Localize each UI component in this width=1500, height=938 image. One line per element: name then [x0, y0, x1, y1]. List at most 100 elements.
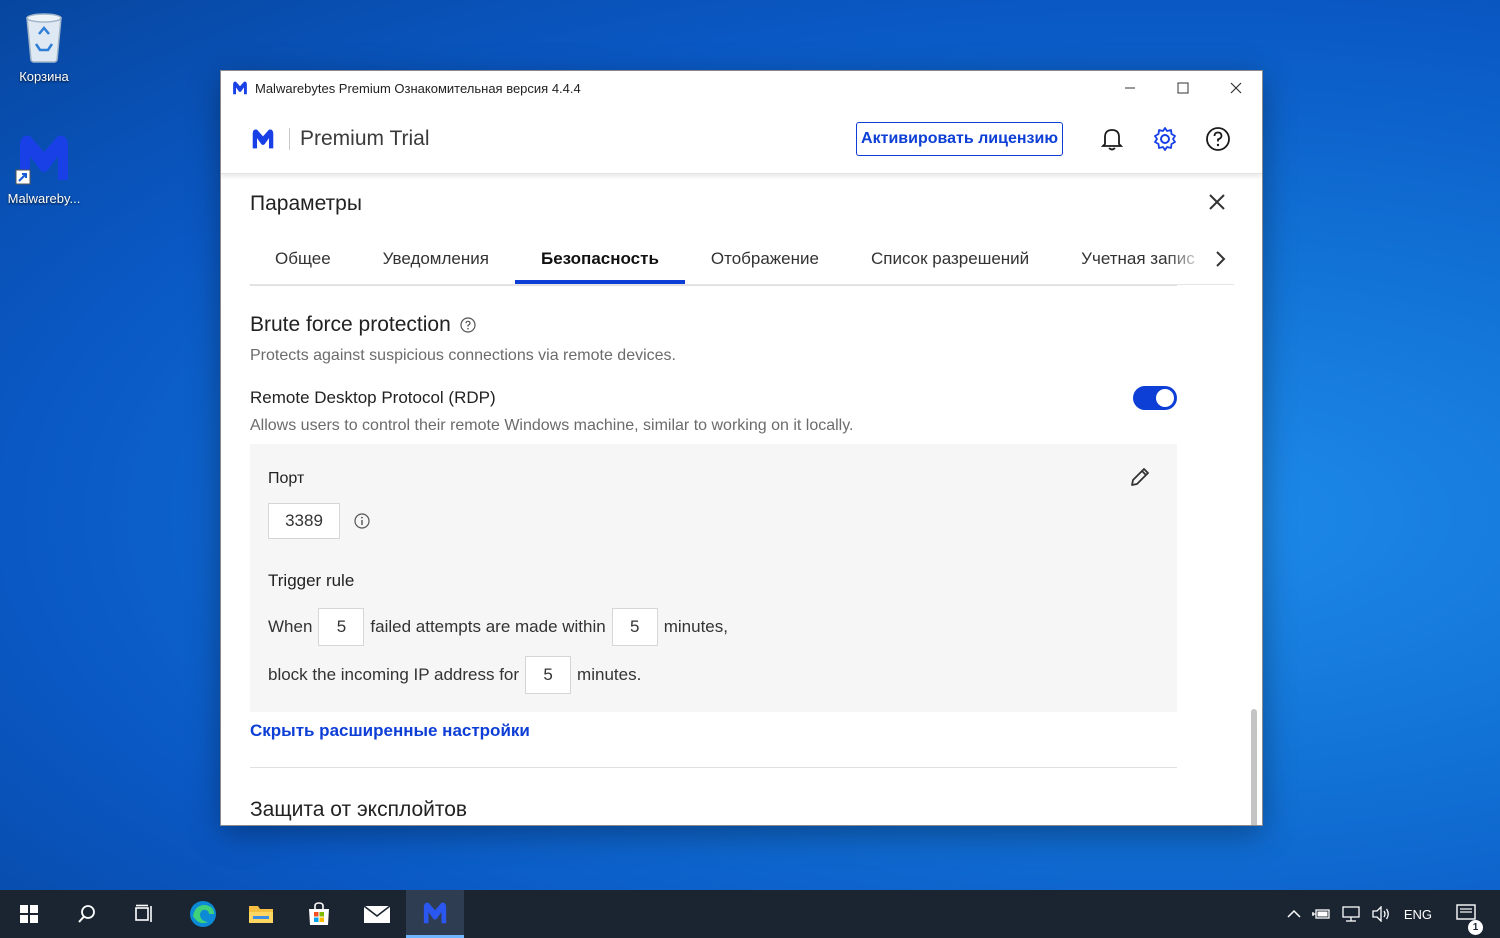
notifications-button[interactable] — [1085, 126, 1138, 152]
file-explorer-button[interactable] — [232, 890, 290, 938]
hide-advanced-settings-link[interactable]: Скрыть расширенные настройки — [250, 721, 1177, 741]
brand-separator — [289, 128, 290, 150]
gear-icon — [1153, 127, 1176, 151]
block-minutes-input[interactable]: 5 — [525, 656, 572, 694]
mail-button[interactable] — [348, 890, 406, 938]
desktop-icon-malwarebytes[interactable]: Malwareby... — [2, 130, 86, 206]
rule-when-text: When — [268, 617, 313, 636]
tab-notifications[interactable]: Уведомления — [357, 234, 515, 284]
edit-button[interactable] — [1129, 466, 1151, 493]
close-icon — [1209, 193, 1225, 210]
tab-fade — [1166, 234, 1206, 284]
rule-minutes-text: minutes, — [663, 617, 728, 636]
brute-force-title-text: Brute force protection — [250, 313, 451, 336]
advanced-settings-panel: Порт 3389 Trigger rule When 5 failed att… — [250, 444, 1177, 712]
brute-force-section-title: Brute force protection — [250, 313, 1177, 337]
help-circle-icon[interactable] — [460, 317, 476, 333]
settings-button[interactable] — [1138, 126, 1191, 152]
tab-allow-list[interactable]: Список разрешений — [845, 234, 1055, 284]
bell-icon — [1100, 129, 1123, 151]
search-icon — [78, 905, 95, 923]
settings-header: Параметры — [221, 174, 1262, 234]
scrollbar-thumb[interactable] — [1251, 709, 1257, 825]
rdp-row: Remote Desktop Protocol (RDP) — [250, 386, 1177, 410]
store-icon — [309, 902, 329, 925]
task-view-icon — [135, 904, 152, 922]
power-status-button[interactable] — [1306, 907, 1336, 921]
system-tray: ENG 1 — [1282, 890, 1500, 938]
store-button[interactable] — [290, 890, 348, 938]
settings-content: Brute force protection Protects against … — [250, 285, 1177, 825]
volume-button[interactable] — [1366, 906, 1396, 922]
tab-security[interactable]: Безопасность — [514, 234, 685, 284]
window-title: Malwarebytes Premium Ознакомительная вер… — [255, 80, 581, 96]
info-icon[interactable] — [354, 513, 370, 534]
close-window-button[interactable] — [1209, 71, 1262, 105]
start-icon — [20, 905, 38, 923]
file-explorer-icon — [249, 906, 273, 923]
action-center-button[interactable]: 1 — [1446, 904, 1500, 935]
malwarebytes-icon — [15, 135, 68, 185]
malwarebytes-logo-icon — [249, 127, 277, 151]
attempts-input[interactable]: 5 — [318, 608, 365, 646]
edge-icon — [190, 901, 216, 927]
task-view-button[interactable] — [116, 890, 174, 938]
rdp-toggle[interactable] — [1133, 386, 1177, 410]
mail-icon — [363, 905, 391, 923]
minimize-button[interactable] — [1103, 71, 1156, 105]
malwarebytes-logo-icon — [231, 80, 249, 96]
edge-taskbar-button[interactable] — [174, 890, 232, 938]
rule-block-text: block the incoming IP address for — [268, 665, 520, 684]
port-label: Порт — [268, 470, 305, 487]
exploit-protection-title: Защита от эксплойтов — [250, 798, 468, 821]
start-button[interactable] — [0, 890, 58, 938]
settings-title: Параметры — [250, 192, 362, 215]
brand-title: Premium Trial — [300, 127, 430, 150]
battery-plug-icon — [1311, 909, 1330, 919]
app-header: Premium Trial Активировать лицензию — [221, 105, 1262, 174]
language-indicator[interactable]: ENG — [1396, 907, 1446, 922]
search-button[interactable] — [58, 890, 116, 938]
rule-minutes-text: minutes. — [577, 665, 642, 684]
rule-failed-text: failed attempts are made within — [370, 617, 606, 636]
section-divider — [250, 285, 1177, 286]
settings-tabs: Общее Уведомления Безопасность Отображен… — [249, 234, 1234, 285]
trigger-rule-label: Trigger rule — [268, 571, 355, 590]
title-bar[interactable]: Malwarebytes Premium Ознакомительная вер… — [221, 71, 1262, 105]
rdp-description: Allows users to control their remote Win… — [250, 417, 854, 434]
speaker-icon — [1372, 906, 1389, 922]
brute-force-description: Protects against suspicious connections … — [250, 347, 676, 364]
network-icon — [1342, 906, 1360, 922]
notification-count-badge: 1 — [1468, 920, 1483, 935]
tabs-next-button[interactable] — [1206, 234, 1234, 284]
desktop-icon-recycle-bin[interactable]: Корзина — [2, 8, 86, 84]
settings-panel: Параметры Общее Уведомления Безопасность… — [221, 174, 1262, 825]
within-minutes-input[interactable]: 5 — [611, 608, 658, 646]
section-divider — [250, 767, 1177, 768]
tab-general[interactable]: Общее — [249, 234, 357, 284]
maximize-button[interactable] — [1156, 71, 1209, 105]
help-icon — [1205, 127, 1230, 151]
port-input[interactable]: 3389 — [268, 503, 340, 539]
network-button[interactable] — [1336, 906, 1366, 922]
desktop-icon-label: Malwareby... — [7, 191, 81, 206]
recycle-bin-icon — [26, 13, 62, 63]
tab-display[interactable]: Отображение — [685, 234, 845, 284]
activate-license-button[interactable]: Активировать лицензию — [856, 122, 1063, 156]
taskbar: ENG 1 — [0, 890, 1500, 938]
help-button[interactable] — [1191, 126, 1244, 152]
close-icon — [1230, 82, 1241, 94]
pencil-icon — [1131, 468, 1149, 486]
chevron-right-icon — [1216, 251, 1226, 267]
malwarebytes-window: Malwarebytes Premium Ознакомительная вер… — [221, 71, 1262, 825]
show-hidden-icons-button[interactable] — [1282, 909, 1306, 919]
toggle-knob — [1156, 389, 1174, 407]
close-settings-button[interactable] — [1208, 193, 1226, 216]
maximize-icon — [1177, 82, 1188, 94]
minimize-icon — [1124, 87, 1135, 89]
trigger-rule-line-2: block the incoming IP address for 5 minu… — [268, 656, 641, 694]
trigger-rule-line-1: When 5 failed attempts are made within 5… — [268, 608, 728, 646]
malwarebytes-taskbar-button[interactable] — [406, 890, 464, 938]
desktop-icon-label: Корзина — [19, 69, 69, 84]
rdp-label: Remote Desktop Protocol (RDP) — [250, 388, 496, 407]
